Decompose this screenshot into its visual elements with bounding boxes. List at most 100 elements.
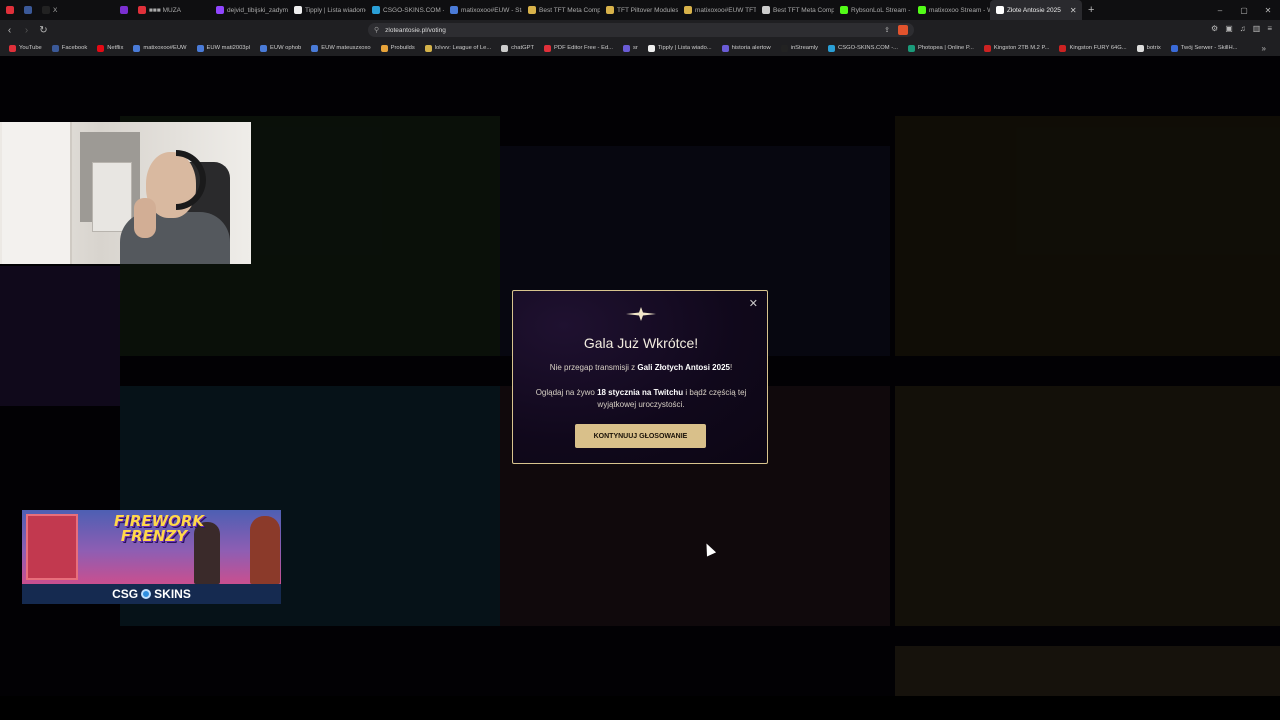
gala-modal: ✕ Gala Już Wkrótce! Nie przegap transmis…: [512, 290, 768, 464]
menu-icon[interactable]: ≡: [1267, 24, 1272, 33]
tab-label: TFT Piltover Modules Tie: [617, 6, 678, 14]
tab-label: RybsonLoL Stream - Win: [851, 6, 912, 14]
bookmark-item[interactable]: PDF Editor Free - Ed...: [539, 44, 618, 52]
browser-tab[interactable]: Best TFT Meta Comps fo: [756, 0, 834, 20]
tab-label: ■■■ MUZA: [149, 6, 181, 14]
bookmark-favicon-icon: [51, 44, 59, 52]
browser-tab[interactable]: Tipply | Lista wiadomości: [288, 0, 366, 20]
bookmark-item[interactable]: inStreamly: [776, 44, 823, 52]
bookmark-item[interactable]: EUW mati2003pl: [192, 44, 256, 52]
media-icon[interactable]: ♫: [1240, 24, 1246, 33]
bookmark-favicon-icon: [9, 44, 16, 52]
bookmark-item[interactable]: sr: [618, 44, 643, 52]
browser-tab[interactable]: [0, 0, 18, 20]
close-window-icon[interactable]: ✕: [1256, 6, 1280, 15]
bookmark-label: Twój Serwer - SkillH...: [1180, 45, 1238, 51]
bookmark-favicon-icon: [380, 44, 388, 52]
bookmark-label: matixoxoo#EUW: [143, 45, 187, 51]
bookmark-label: Netflix: [107, 45, 124, 51]
bookmark-label: inStreamly: [790, 45, 819, 51]
wallet-icon[interactable]: ▣: [1225, 24, 1233, 33]
tab-favicon-icon: [450, 6, 458, 14]
browser-tab[interactable]: dejvid_tibijski_zadymiar: [210, 0, 288, 20]
modal-title: Gala Już Wkrótce!: [583, 335, 699, 351]
bookmark-item[interactable]: EUW mateuszxoxo: [306, 44, 375, 52]
browser-tab[interactable]: [114, 0, 132, 20]
bookmark-label: Facebook: [61, 45, 88, 51]
browser-tab[interactable]: TFT Piltover Modules Tie: [600, 0, 678, 20]
bookmark-item[interactable]: Kingston FURY 64G...: [1054, 44, 1131, 52]
extensions-icon[interactable]: ⚙: [1211, 24, 1218, 33]
tab-close-icon[interactable]: ✕: [1070, 6, 1077, 15]
bookmark-label: Kingston 2TB M.2 P...: [993, 45, 1050, 51]
tab-favicon-icon: [294, 6, 302, 14]
tab-favicon-icon: [120, 6, 128, 14]
bookmark-item[interactable]: Facebook: [47, 44, 92, 52]
brand-left-text: CSG: [112, 587, 139, 601]
browser-tab[interactable]: X: [36, 0, 114, 20]
tab-favicon-icon: [918, 6, 926, 14]
bookmark-label: EUW mati2003pl: [206, 45, 251, 51]
tab-favicon-icon: [996, 6, 1004, 14]
forward-icon[interactable]: ›: [19, 25, 34, 36]
continue-voting-button[interactable]: KONTYNUUJ GŁOSOWANIE: [575, 424, 706, 448]
bookmark-item[interactable]: Twój Serwer - SkillH...: [1166, 44, 1243, 52]
share-icon[interactable]: ⇪: [884, 26, 890, 34]
tab-favicon-icon: [6, 6, 14, 14]
bookmark-item[interactable]: Tipply | Lista wiado...: [643, 44, 717, 52]
tab-label: matixoxoo#EUW - Statys: [461, 6, 522, 14]
bookmark-item[interactable]: chatGPT: [496, 44, 539, 52]
sidebar-icon[interactable]: ▥: [1253, 24, 1261, 33]
bookmark-favicon-icon: [544, 44, 552, 52]
banner-scene: FIREWORK FRENZY: [22, 510, 281, 584]
bookmark-item[interactable]: historia alertow: [717, 44, 776, 52]
address-text: zloteantosie.pl/voting: [385, 26, 446, 34]
tab-label: X: [53, 6, 58, 14]
bookmark-item[interactable]: matixoxoo#EUW: [128, 44, 191, 52]
browser-tab[interactable]: ■■■ MUZA: [132, 0, 210, 20]
bookmark-item[interactable]: YouTube: [4, 44, 47, 52]
brave-shields-icon[interactable]: [898, 25, 908, 35]
bookmark-favicon-icon: [721, 44, 729, 52]
bookmark-item[interactable]: botrix: [1132, 44, 1166, 52]
bookmark-item[interactable]: CSGO-SKINS.COM -...: [823, 44, 903, 52]
bookmark-label: sr: [633, 45, 638, 51]
bookmark-item[interactable]: lolvvv: League of Le...: [420, 44, 496, 52]
tab-favicon-icon: [42, 6, 50, 14]
browser-tab[interactable]: Złote Antosie 2025 ✕: [990, 0, 1082, 20]
bookmark-favicon-icon: [501, 44, 509, 52]
address-bar[interactable]: ⚲ zloteantosie.pl/voting ⇪: [368, 23, 914, 37]
reload-icon[interactable]: ↻: [36, 25, 51, 36]
bookmark-item[interactable]: EUW ophob: [255, 44, 306, 52]
bookmark-label: botrix: [1146, 45, 1161, 51]
minimize-icon[interactable]: –: [1208, 6, 1232, 15]
bookmark-label: historia alertow: [731, 45, 771, 51]
bookmark-favicon-icon: [311, 44, 319, 52]
bookmarks-bar: YouTube Facebook Netflix matixoxoo#EUW EUW m…: [0, 40, 1280, 56]
tab-label: Złote Antosie 2025: [1007, 6, 1061, 14]
browser-tab[interactable]: CSGO-SKINS.COM - Najl: [366, 0, 444, 20]
site-info-icon[interactable]: ⚲: [374, 26, 379, 34]
bookmark-item[interactable]: Kingston 2TB M.2 P...: [979, 44, 1055, 52]
window-controls: – ▢ ✕: [1208, 0, 1280, 20]
browser-tab[interactable]: matixoxoo#EUW TFT M: [678, 0, 756, 20]
bookmark-item[interactable]: Netflix: [92, 44, 128, 52]
banner-brand: CSG SKINS: [22, 584, 281, 604]
bookmark-favicon-icon: [780, 44, 788, 52]
bookmarks-more-icon[interactable]: »: [1262, 44, 1266, 53]
browser-tab[interactable]: matixoxoo Stream - Win: [912, 0, 990, 20]
maximize-icon[interactable]: ▢: [1232, 6, 1256, 15]
new-tab-icon[interactable]: +: [1082, 4, 1100, 16]
bookmark-item[interactable]: Photopea | Online P...: [903, 44, 979, 52]
browser-tab[interactable]: [18, 0, 36, 20]
bookmark-label: EUW ophob: [270, 45, 302, 51]
browser-tab[interactable]: matixoxoo#EUW - Statys: [444, 0, 522, 20]
bookmark-label: Photopea | Online P...: [917, 45, 974, 51]
close-icon[interactable]: ✕: [749, 297, 758, 310]
browser-tab[interactable]: Best TFT Meta Comps &: [522, 0, 600, 20]
browser-tab[interactable]: RybsonLoL Stream - Win: [834, 0, 912, 20]
modal-line-2: Oglądaj na żywo 18 stycznia na Twitchu i…: [535, 388, 747, 409]
back-icon[interactable]: ‹: [2, 25, 17, 36]
bookmark-item[interactable]: Probuilds: [376, 44, 420, 52]
bookmark-label: lolvvv: League of Le...: [434, 45, 492, 51]
